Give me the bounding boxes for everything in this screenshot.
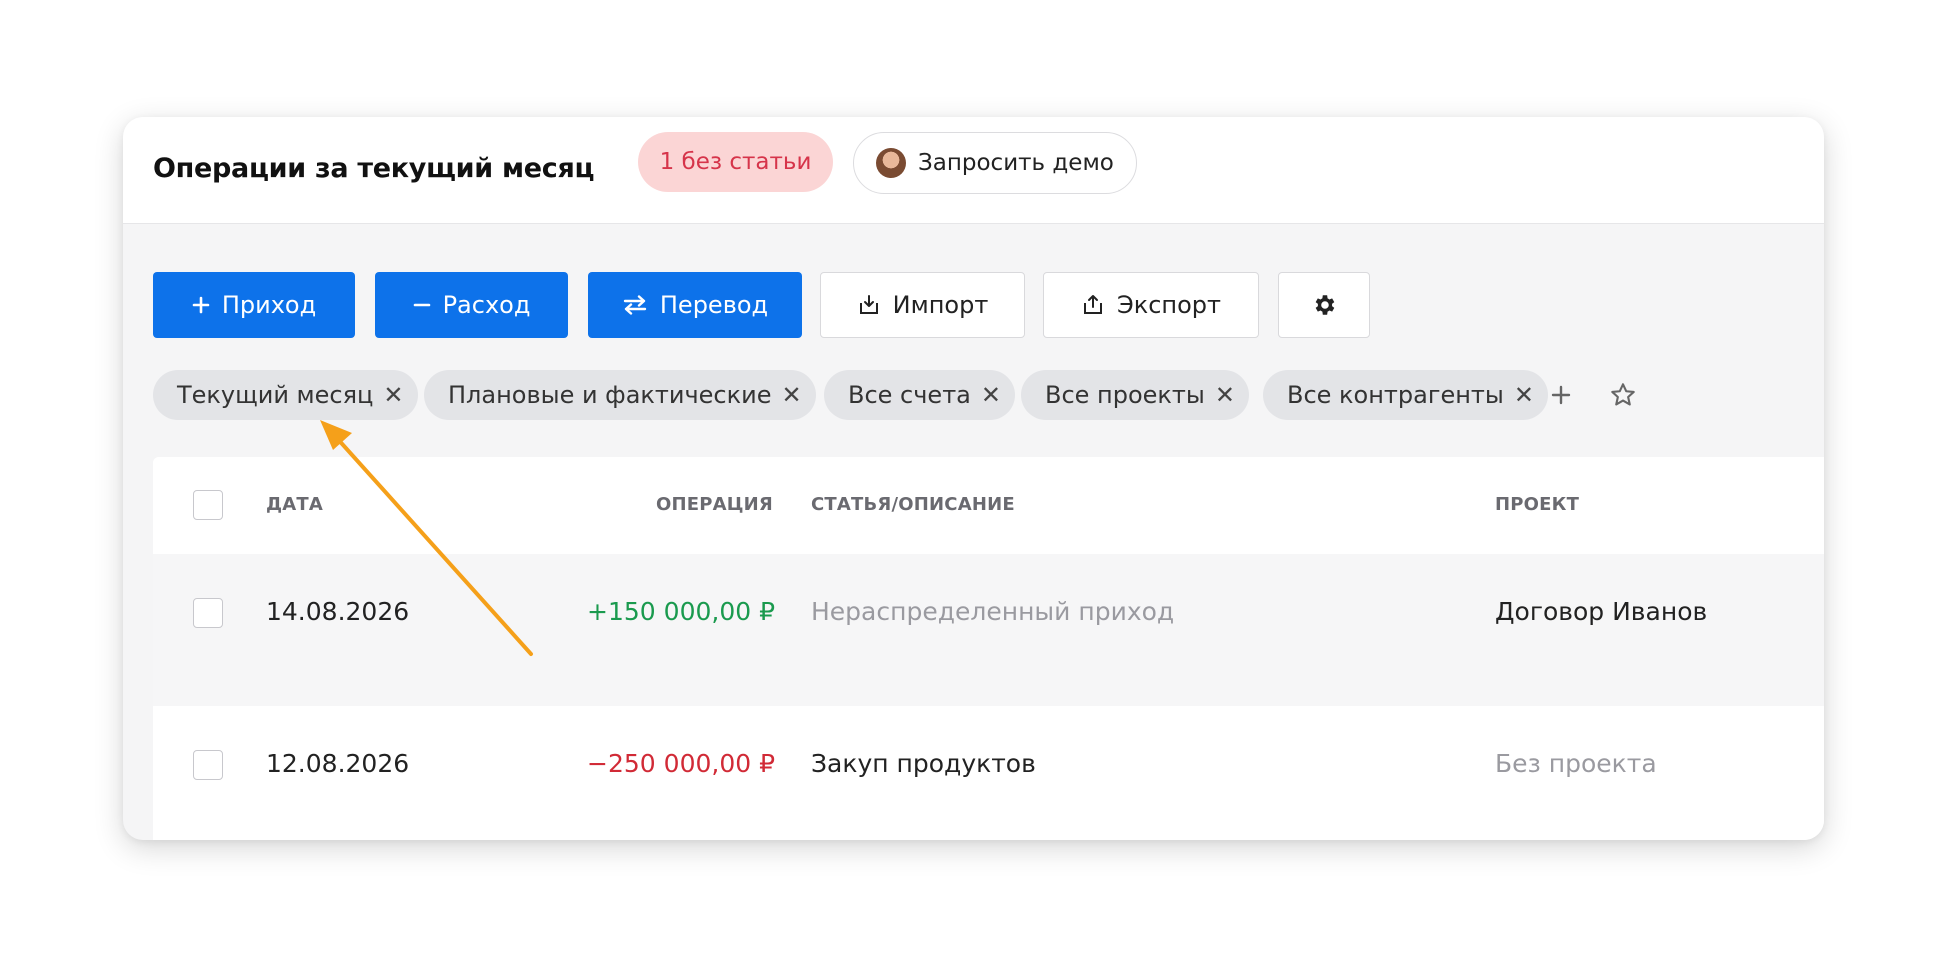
- gear-icon: [1311, 292, 1337, 318]
- request-demo-button[interactable]: Запросить демо: [853, 132, 1137, 194]
- table-header: ДАТА ОПЕРАЦИЯ СТАТЬЯ/ОПИСАНИЕ ПРОЕКТ: [153, 457, 1824, 555]
- filter-chip-type[interactable]: Плановые и фактические ✕: [424, 370, 816, 420]
- filter-chip-accounts[interactable]: Все счета ✕: [824, 370, 1015, 420]
- close-icon[interactable]: ✕: [781, 381, 801, 409]
- close-icon[interactable]: ✕: [1514, 381, 1534, 409]
- add-income-label: Приход: [221, 291, 317, 319]
- plus-icon: [192, 296, 210, 314]
- transfer-icon: [622, 295, 648, 315]
- row-project: Без проекта: [1495, 749, 1657, 778]
- page-title: Операции за текущий месяц: [153, 153, 595, 184]
- filter-chip-label: Все контрагенты: [1287, 381, 1504, 409]
- operations-table: ДАТА ОПЕРАЦИЯ СТАТЬЯ/ОПИСАНИЕ ПРОЕКТ 14.…: [153, 457, 1824, 840]
- filter-chip-label: Плановые и фактические: [448, 381, 772, 409]
- row-category: Нераспределенный приход: [811, 597, 1175, 626]
- add-transfer-label: Перевод: [659, 291, 769, 319]
- import-label: Импорт: [892, 291, 989, 319]
- add-filter-plus-icon[interactable]: [1541, 375, 1581, 415]
- filter-chip-period[interactable]: Текущий месяц ✕: [153, 370, 418, 420]
- row-date: 12.08.2026: [266, 749, 410, 778]
- filter-chip-label: Текущий месяц: [177, 381, 374, 409]
- filter-chip-label: Все проекты: [1045, 381, 1205, 409]
- card-header: Операции за текущий месяц 1 без статьи З…: [123, 117, 1824, 224]
- select-all-checkbox[interactable]: [193, 490, 223, 520]
- add-income-button[interactable]: Приход: [153, 272, 355, 338]
- settings-button[interactable]: [1278, 272, 1370, 338]
- add-expense-button[interactable]: Расход: [375, 272, 568, 338]
- filter-chip-projects[interactable]: Все проекты ✕: [1021, 370, 1249, 420]
- row-amount: +150 000,00 ₽: [587, 597, 775, 626]
- export-label: Экспорт: [1116, 291, 1222, 319]
- column-project[interactable]: ПРОЕКТ: [1495, 494, 1579, 515]
- column-operation[interactable]: ОПЕРАЦИЯ: [523, 494, 773, 515]
- add-expense-label: Расход: [442, 291, 531, 319]
- row-checkbox[interactable]: [193, 750, 223, 780]
- table-row[interactable]: 12.08.2026 −250 000,00 ₽ Закуп продуктов…: [153, 706, 1824, 840]
- export-button[interactable]: Экспорт: [1043, 272, 1259, 338]
- filter-chip-counterparties[interactable]: Все контрагенты ✕: [1263, 370, 1548, 420]
- export-icon: [1081, 294, 1105, 316]
- import-button[interactable]: Импорт: [820, 272, 1025, 338]
- row-checkbox[interactable]: [193, 598, 223, 628]
- close-icon[interactable]: ✕: [981, 381, 1001, 409]
- avatar: [876, 148, 906, 178]
- column-date[interactable]: ДАТА: [266, 494, 323, 515]
- row-amount: −250 000,00 ₽: [587, 749, 775, 778]
- row-category: Закуп продуктов: [811, 749, 1036, 778]
- row-date: 14.08.2026: [266, 597, 410, 626]
- operations-card: Операции за текущий месяц 1 без статьи З…: [123, 117, 1824, 840]
- uncategorized-badge[interactable]: 1 без статьи: [638, 132, 833, 192]
- table-row[interactable]: 14.08.2026 +150 000,00 ₽ Нераспределенны…: [153, 554, 1824, 706]
- filter-chip-label: Все счета: [848, 381, 971, 409]
- star-icon[interactable]: [1603, 375, 1643, 415]
- add-transfer-button[interactable]: Перевод: [588, 272, 802, 338]
- close-icon[interactable]: ✕: [383, 381, 403, 409]
- close-icon[interactable]: ✕: [1215, 381, 1235, 409]
- minus-icon: [413, 296, 431, 314]
- import-icon: [857, 294, 881, 316]
- column-category[interactable]: СТАТЬЯ/ОПИСАНИЕ: [811, 494, 1015, 515]
- request-demo-label: Запросить демо: [918, 150, 1114, 176]
- row-project: Договор Иванов: [1495, 597, 1708, 626]
